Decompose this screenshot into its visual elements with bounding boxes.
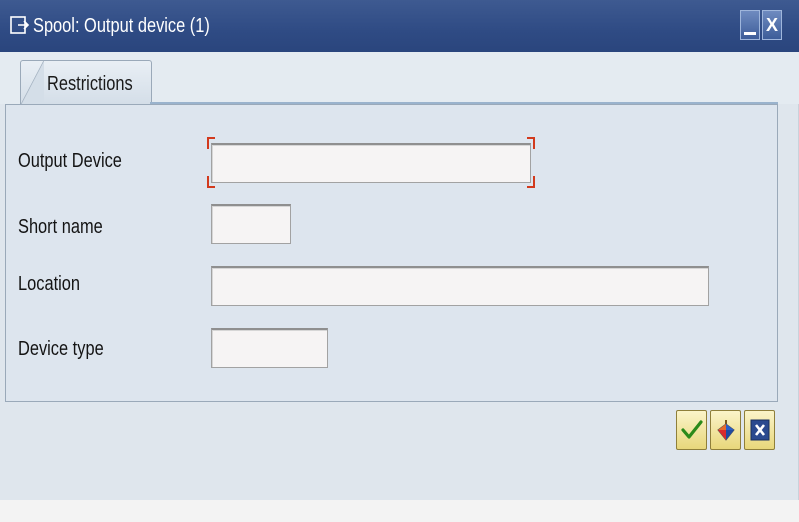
location-input[interactable]	[211, 266, 709, 306]
location-label: Location	[18, 273, 81, 295]
device-type-input[interactable]	[211, 328, 328, 368]
window-title: Spool: Output device (1)	[33, 15, 210, 37]
short-name-input[interactable]	[211, 204, 291, 244]
focus-indicator	[207, 137, 535, 188]
close-window-button[interactable]: X	[762, 10, 782, 40]
cancel-icon	[750, 419, 770, 441]
output-device-label: Output Device	[18, 150, 122, 172]
tab-restrictions[interactable]: Restrictions	[20, 60, 152, 106]
device-type-label: Device type	[18, 338, 104, 360]
find-icon	[717, 420, 735, 441]
checkmark-icon	[681, 420, 703, 439]
continue-button[interactable]	[676, 410, 707, 450]
title-bar[interactable]: Spool: Output device (1) X	[0, 0, 799, 53]
dialog-window: Spool: Output device (1) X Restrictions …	[0, 0, 799, 500]
tab-strip: Restrictions	[0, 52, 799, 106]
minimize-button[interactable]	[740, 10, 760, 40]
short-name-label: Short name	[18, 216, 103, 238]
tab-label: Restrictions	[47, 73, 133, 95]
cancel-button[interactable]	[744, 410, 775, 450]
search-button[interactable]	[710, 410, 741, 450]
dialog-icon	[10, 16, 30, 34]
